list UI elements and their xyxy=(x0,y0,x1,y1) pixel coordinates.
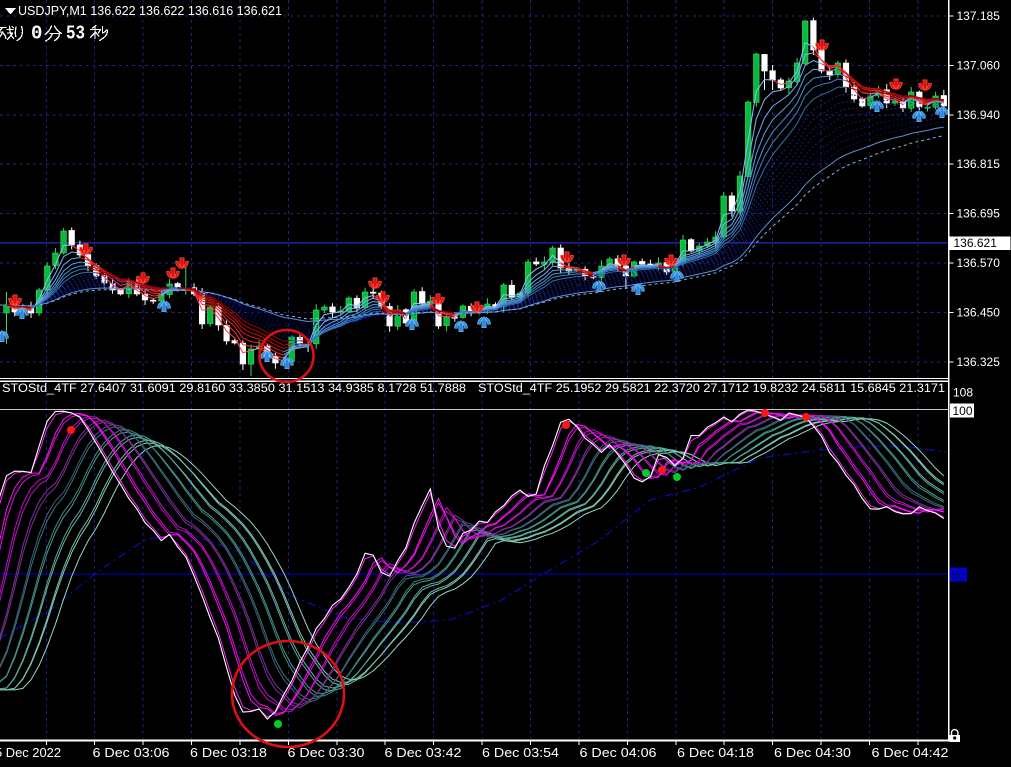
svg-text:53: 53 xyxy=(66,23,85,45)
svg-text:100: 100 xyxy=(953,404,973,418)
svg-text:6 Dec 03:18: 6 Dec 03:18 xyxy=(190,746,267,760)
svg-text:6 Dec 03:54: 6 Dec 03:54 xyxy=(482,746,559,760)
svg-text:136.940: 136.940 xyxy=(957,108,1001,122)
svg-text:0: 0 xyxy=(31,23,42,45)
svg-text:136.325: 136.325 xyxy=(957,355,1001,369)
svg-text:136.815: 136.815 xyxy=(957,157,1001,171)
svg-text:6 Dec 04:42: 6 Dec 04:42 xyxy=(872,746,949,760)
svg-text:136.621: 136.621 xyxy=(954,236,998,250)
svg-text:108: 108 xyxy=(953,386,973,400)
svg-text:6 Dec 03:06: 6 Dec 03:06 xyxy=(93,746,170,760)
svg-text:136.450: 136.450 xyxy=(957,305,1001,319)
svg-text:6 Dec 04:30: 6 Dec 04:30 xyxy=(774,746,851,760)
svg-text:USDJPY,M1 136.622 136.622 136: USDJPY,M1 136.622 136.622 136.616 136.62… xyxy=(18,3,282,18)
svg-text:137.185: 137.185 xyxy=(957,9,1001,23)
svg-text:5 Dec 2022: 5 Dec 2022 xyxy=(0,746,61,760)
svg-text:6 Dec 04:06: 6 Dec 04:06 xyxy=(580,746,657,760)
svg-text:50: 50 xyxy=(952,568,966,582)
svg-text:136.570: 136.570 xyxy=(957,256,1001,270)
svg-text:STOStd_4TF 25.1952 29.5821 22.: STOStd_4TF 25.1952 29.5821 22.3720 27.17… xyxy=(478,383,945,395)
svg-text:6 Dec 04:18: 6 Dec 04:18 xyxy=(677,746,754,760)
svg-text:6 Dec 03:30: 6 Dec 03:30 xyxy=(288,746,365,760)
svg-text:137.060: 137.060 xyxy=(957,58,1001,72)
svg-text:6 Dec 03:42: 6 Dec 03:42 xyxy=(385,746,462,760)
svg-text:136.695: 136.695 xyxy=(957,207,1001,221)
svg-text:STOStd_4TF 27.6407 31.6091 29.: STOStd_4TF 27.6407 31.6091 29.8160 33.38… xyxy=(2,383,466,395)
